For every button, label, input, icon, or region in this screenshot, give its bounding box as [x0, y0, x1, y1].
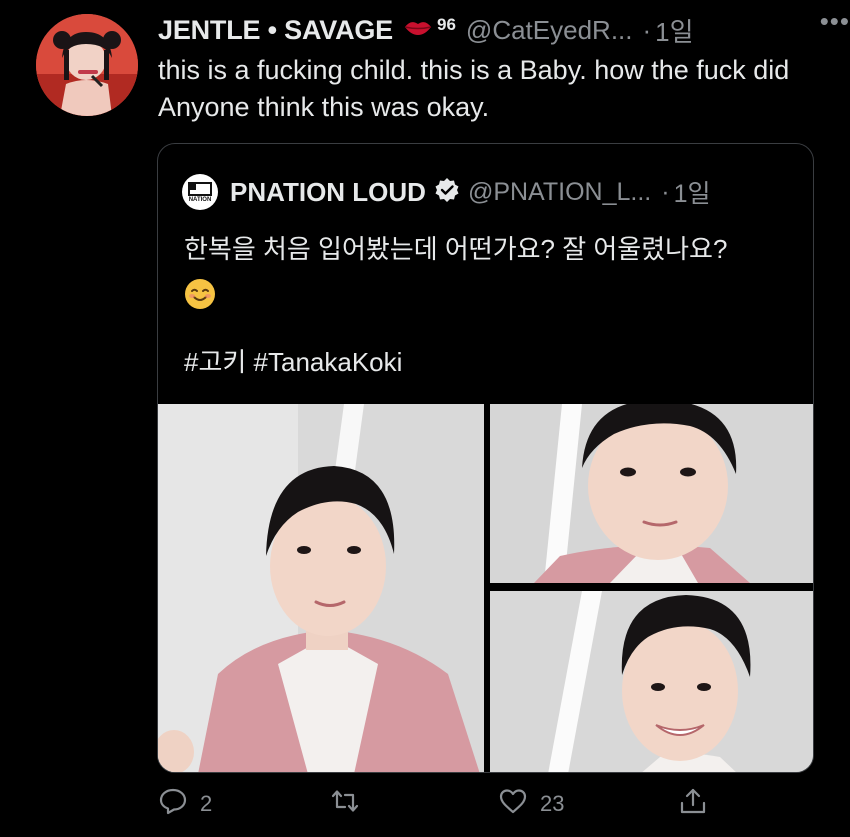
media-grid: [158, 404, 813, 772]
quoted-time[interactable]: 1일: [674, 174, 711, 210]
quoted-text-line: 한복을 처음 입어봤는데 어떤가요? 잘 어울렸나요?: [184, 234, 728, 264]
verified-icon: [426, 177, 460, 208]
quoted-avatar[interactable]: NATION: [182, 174, 218, 210]
reply-icon: [158, 786, 188, 822]
author-display-name[interactable]: JENTLE • SAVAGE: [158, 15, 393, 46]
lips-icon: [393, 17, 433, 44]
tweet[interactable]: JENTLE • SAVAGE 96 @CatEyedR... · 1일 •••…: [0, 0, 850, 837]
reply-button[interactable]: 2: [158, 786, 212, 822]
share-icon: [678, 786, 708, 822]
heart-icon: [498, 786, 528, 822]
badge-count: 96: [437, 15, 456, 34]
photo-2[interactable]: [490, 404, 813, 583]
tweet-header: JENTLE • SAVAGE 96 @CatEyedR... · 1일: [158, 12, 818, 48]
avatar[interactable]: [36, 14, 138, 116]
quoted-display-name[interactable]: PNATION LOUD: [230, 177, 426, 208]
more-options-icon[interactable]: •••: [820, 6, 850, 37]
like-button[interactable]: 23: [498, 786, 564, 822]
retweet-icon: [330, 786, 360, 822]
tweet-text: this is a fucking child. this is a Baby.…: [158, 55, 790, 122]
quoted-separator-dot: ·: [661, 177, 670, 206]
tweet-time[interactable]: 1일: [655, 12, 693, 49]
quoted-avatar-text: NATION: [189, 197, 212, 203]
photo-1[interactable]: [158, 404, 484, 772]
retweet-button[interactable]: [330, 786, 372, 822]
quoted-handle[interactable]: @PNATION_L...: [468, 178, 651, 207]
photo-3[interactable]: [490, 591, 813, 772]
quoted-header: NATION PNATION LOUD @PNATION_L... · 1일: [182, 174, 710, 210]
separator-dot: ·: [642, 14, 652, 45]
like-count: 23: [540, 791, 565, 816]
share-button[interactable]: [678, 786, 708, 822]
author-handle[interactable]: @CatEyedR...: [466, 15, 633, 46]
quoted-text: 한복을 처음 입어봤는데 어떤가요? 잘 어울렸나요?: [184, 228, 794, 322]
quoted-hashtags[interactable]: #고키 #TanakaKoki: [184, 342, 402, 379]
reply-count: 2: [200, 791, 213, 816]
quoted-tweet[interactable]: NATION PNATION LOUD @PNATION_L... · 1일 한…: [157, 143, 814, 773]
action-bar: 2 23: [158, 786, 718, 828]
smiling-face-emoji-icon: [184, 279, 216, 316]
